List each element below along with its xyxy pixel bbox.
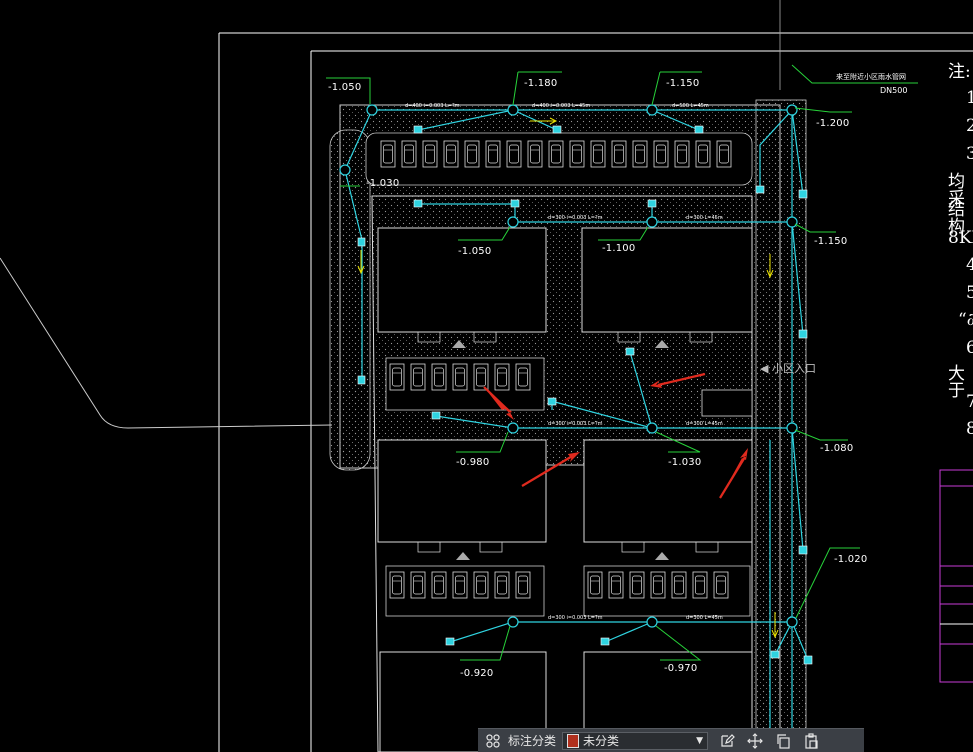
cad-drawing-canvas[interactable]: d=400 i=0.003 L=?m d=400 i=0.003 L=45m d=5…: [0, 0, 973, 752]
elevation-label: -1.150: [666, 78, 700, 89]
category-color-swatch: [567, 733, 580, 748]
chevron-down-icon: ▼: [696, 735, 704, 746]
elevation-label: -1.100: [602, 243, 636, 254]
note-item: “∂: [958, 310, 973, 330]
elevation-label: -1.030: [668, 457, 702, 468]
building-1: [377, 227, 547, 333]
svg-text:d=300 i=0.003 L=?m: d=300 i=0.003 L=?m: [548, 421, 603, 427]
svg-text:d=300 L=45m: d=300 L=45m: [686, 421, 723, 427]
note-item: 8: [966, 419, 973, 439]
entrance-label: ◀ 小区入口: [760, 362, 816, 375]
category-select[interactable]: 未分类 ▼: [562, 731, 709, 750]
note-item: 2: [966, 116, 973, 136]
elevation-label: -1.020: [834, 554, 868, 565]
legend-table: [939, 469, 973, 683]
svg-text:d=300 i=0.003 L=?m: d=300 i=0.003 L=?m: [548, 615, 603, 621]
note-item: 1: [966, 88, 973, 108]
annotation-toolbar: 标注分类 未分类 ▼: [478, 728, 864, 752]
svg-text:d=400 i=0.003 L=?m: d=400 i=0.003 L=?m: [405, 103, 460, 109]
building-4: [583, 439, 753, 543]
site-boundary: [0, 257, 333, 429]
elevation-label: -0.920: [460, 668, 494, 679]
elevation-label: -1.150: [814, 236, 848, 247]
main-pipe-note: 来至附近小区雨水管网: [836, 73, 906, 81]
elevation-label: -1.030: [366, 178, 400, 189]
category-label: 标注分类: [508, 734, 557, 748]
svg-text:d=400 i=0.003 L=45m: d=400 i=0.003 L=45m: [532, 103, 590, 109]
elevation-label: -1.050: [458, 246, 492, 257]
svg-text:d=500 L=45m: d=500 L=45m: [672, 103, 709, 109]
edit-icon[interactable]: [718, 732, 736, 750]
copy-icon[interactable]: [774, 732, 792, 750]
category-select-value: 未分类: [583, 734, 620, 748]
elevation-label: -1.200: [816, 118, 850, 129]
svg-text:d=300 i=0.003 L=?m: d=300 i=0.003 L=?m: [548, 215, 603, 221]
elevation-label: -1.050: [328, 82, 362, 93]
elevation-label: -0.980: [456, 457, 490, 468]
svg-text:d=300 L=45m: d=300 L=45m: [686, 215, 723, 221]
note-item: 7: [966, 392, 973, 412]
note-item: 6: [966, 338, 973, 358]
grid-menu-icon[interactable]: [484, 732, 502, 750]
elevation-label: -0.970: [664, 663, 698, 674]
building-3: [377, 439, 547, 543]
notes-heading: 注:: [948, 62, 971, 82]
note-item: 3: [966, 144, 973, 164]
note-item: 4: [966, 255, 973, 275]
move-icon[interactable]: [746, 732, 764, 750]
elevation-label: -1.080: [820, 443, 854, 454]
main-pipe-size: DN500: [880, 86, 908, 95]
note-item: 8KN: [948, 228, 973, 248]
note-item: 5: [966, 283, 973, 303]
svg-text:d=300 L=45m: d=300 L=45m: [686, 615, 723, 621]
paste-icon[interactable]: [802, 732, 820, 750]
elevation-label: -1.180: [524, 78, 558, 89]
